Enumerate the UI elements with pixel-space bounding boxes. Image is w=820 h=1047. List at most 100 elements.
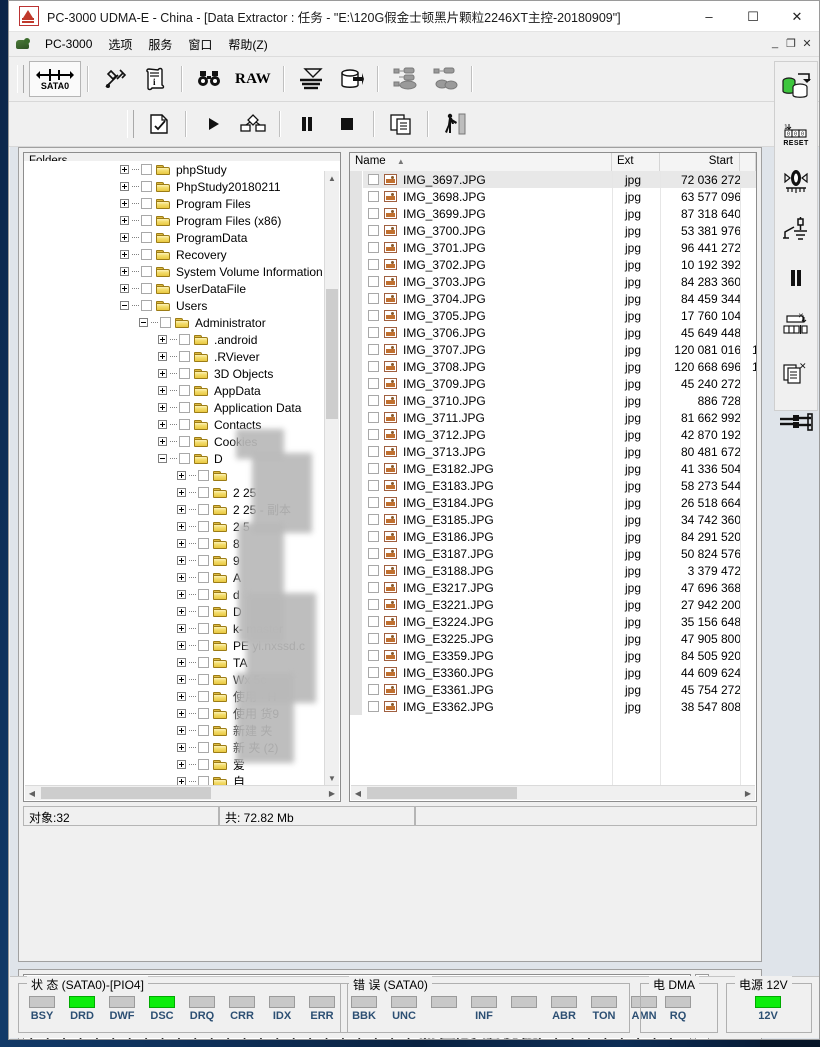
- tree-node[interactable]: 新建 夹: [24, 722, 340, 739]
- expand-icon[interactable]: [177, 692, 186, 701]
- menu-item-service[interactable]: 服务: [140, 34, 180, 55]
- folders-hscroll-thumb[interactable]: [41, 787, 211, 799]
- table-row[interactable]: IMG_E3183.JPGjpg58 273 544: [350, 477, 756, 494]
- row-checkbox[interactable]: [368, 531, 379, 542]
- table-row[interactable]: IMG_3698.JPGjpg63 577 096: [350, 188, 756, 205]
- tree-node[interactable]: D: [24, 450, 340, 467]
- tree-node-checkbox[interactable]: [179, 402, 190, 413]
- tree-node[interactable]: ProgramData: [24, 229, 340, 246]
- tree-node[interactable]: .RViever: [24, 348, 340, 365]
- table-row[interactable]: IMG_3699.JPGjpg87 318 640: [350, 205, 756, 222]
- tree-node[interactable]: 新 夹 (2): [24, 739, 340, 756]
- expand-icon[interactable]: [177, 726, 186, 735]
- close-button[interactable]: ✕: [775, 1, 819, 31]
- tree-node[interactable]: phpStudy: [24, 161, 340, 178]
- row-checkbox[interactable]: [368, 361, 379, 372]
- tree-node[interactable]: Cookies: [24, 433, 340, 450]
- table-row[interactable]: IMG_E3188.JPGjpg3 379 472: [350, 562, 756, 579]
- column-header-name[interactable]: Name ▲: [350, 153, 612, 171]
- expand-icon[interactable]: [120, 233, 129, 242]
- tree-node-checkbox[interactable]: [141, 232, 152, 243]
- menu-item-help[interactable]: 帮助(Z): [220, 34, 275, 55]
- toolbar-grip[interactable]: [17, 65, 24, 93]
- row-checkbox[interactable]: [368, 480, 379, 491]
- tree-node-checkbox[interactable]: [198, 759, 209, 770]
- task-toolbar-grip[interactable]: [127, 110, 134, 138]
- table-row[interactable]: IMG_3704.JPGjpg84 459 344: [350, 290, 756, 307]
- tree-node-checkbox[interactable]: [179, 385, 190, 396]
- tree-node-checkbox[interactable]: [160, 317, 171, 328]
- row-checkbox[interactable]: [368, 701, 379, 712]
- tree-node[interactable]: Program Files (x86): [24, 212, 340, 229]
- row-checkbox[interactable]: [368, 412, 379, 423]
- tree-node-checkbox[interactable]: [198, 470, 209, 481]
- row-checkbox[interactable]: [368, 395, 379, 406]
- table-row[interactable]: IMG_E3362.JPGjpg38 547 808: [350, 698, 756, 715]
- row-checkbox[interactable]: [368, 514, 379, 525]
- expand-icon[interactable]: [177, 488, 186, 497]
- table-row[interactable]: IMG_E3361.JPGjpg45 754 272: [350, 681, 756, 698]
- expand-icon[interactable]: [158, 352, 167, 361]
- table-row[interactable]: IMG_3707.JPGjpg120 081 0161: [350, 341, 756, 358]
- map-tree-2-button[interactable]: [425, 61, 465, 97]
- tree-node-checkbox[interactable]: [179, 351, 190, 362]
- row-checkbox[interactable]: [368, 191, 379, 202]
- tree-node[interactable]: Program Files: [24, 195, 340, 212]
- tree-node-checkbox[interactable]: [198, 691, 209, 702]
- tree-node[interactable]: 使用 · H: [24, 688, 340, 705]
- tree-node[interactable]: d: [24, 586, 340, 603]
- table-row[interactable]: IMG_E3217.JPGjpg47 696 368: [350, 579, 756, 596]
- tree-node-checkbox[interactable]: [141, 181, 152, 192]
- expand-icon[interactable]: [120, 216, 129, 225]
- file-list-rows[interactable]: IMG_3697.JPGjpg72 036 272IMG_3698.JPGjpg…: [350, 171, 756, 786]
- table-row[interactable]: IMG_3712.JPGjpg42 870 192: [350, 426, 756, 443]
- tree-node-checkbox[interactable]: [179, 453, 190, 464]
- tree-node-checkbox[interactable]: [141, 300, 152, 311]
- folders-scroll-thumb[interactable]: [326, 289, 338, 419]
- tree-node[interactable]: Wx 5c: [24, 671, 340, 688]
- collapse-icon[interactable]: [120, 301, 129, 310]
- expand-icon[interactable]: [120, 267, 129, 276]
- table-row[interactable]: IMG_3709.JPGjpg45 240 272: [350, 375, 756, 392]
- tree-node[interactable]: PhpStudy20180211: [24, 178, 340, 195]
- collapse-icon[interactable]: [158, 454, 167, 463]
- table-row[interactable]: IMG_3711.JPGjpg81 662 992: [350, 409, 756, 426]
- expand-icon[interactable]: [158, 386, 167, 395]
- tree-node[interactable]: 3D Objects: [24, 365, 340, 382]
- row-checkbox[interactable]: [368, 208, 379, 219]
- tree-node[interactable]: 使用 货9: [24, 705, 340, 722]
- row-checkbox[interactable]: [368, 259, 379, 270]
- table-row[interactable]: IMG_E3359.JPGjpg84 505 920: [350, 647, 756, 664]
- folders-scroll-left-arrow[interactable]: ◀: [25, 786, 39, 800]
- tree-node[interactable]: [24, 467, 340, 484]
- expand-icon[interactable]: [158, 369, 167, 378]
- tree-node[interactable]: Users: [24, 297, 340, 314]
- expand-icon[interactable]: [158, 335, 167, 344]
- tree-node-checkbox[interactable]: [198, 606, 209, 617]
- table-row[interactable]: IMG_E3224.JPGjpg35 156 648: [350, 613, 756, 630]
- row-checkbox[interactable]: [368, 565, 379, 576]
- tree-node[interactable]: 2 25: [24, 484, 340, 501]
- reset-button[interactable]: 1 000 RESET: [775, 110, 817, 158]
- folders-scroll-right-arrow[interactable]: ▶: [325, 786, 339, 800]
- tree-node-checkbox[interactable]: [198, 572, 209, 583]
- copy-cancel-button[interactable]: ✕: [775, 350, 817, 398]
- table-row[interactable]: IMG_3706.JPGjpg45 649 448: [350, 324, 756, 341]
- row-checkbox[interactable]: [368, 327, 379, 338]
- tree-node[interactable]: System Volume Information: [24, 263, 340, 280]
- table-row[interactable]: IMG_E3360.JPGjpg44 609 624: [350, 664, 756, 681]
- folders-vscrollbar[interactable]: ▲ ▼: [324, 171, 339, 785]
- expand-icon[interactable]: [120, 165, 129, 174]
- power-drive-button[interactable]: [775, 62, 817, 110]
- tree-node-checkbox[interactable]: [198, 657, 209, 668]
- expand-icon[interactable]: [177, 590, 186, 599]
- column-header-size[interactable]: [740, 153, 756, 171]
- row-checkbox[interactable]: [368, 463, 379, 474]
- row-checkbox[interactable]: [368, 616, 379, 627]
- table-row[interactable]: IMG_3708.JPGjpg120 668 6961: [350, 358, 756, 375]
- row-checkbox[interactable]: [368, 650, 379, 661]
- table-row[interactable]: IMG_E3184.JPGjpg26 518 664: [350, 494, 756, 511]
- file-list-hscroll-thumb[interactable]: [367, 787, 517, 799]
- tree-node-checkbox[interactable]: [179, 419, 190, 430]
- pause-button[interactable]: [287, 106, 327, 142]
